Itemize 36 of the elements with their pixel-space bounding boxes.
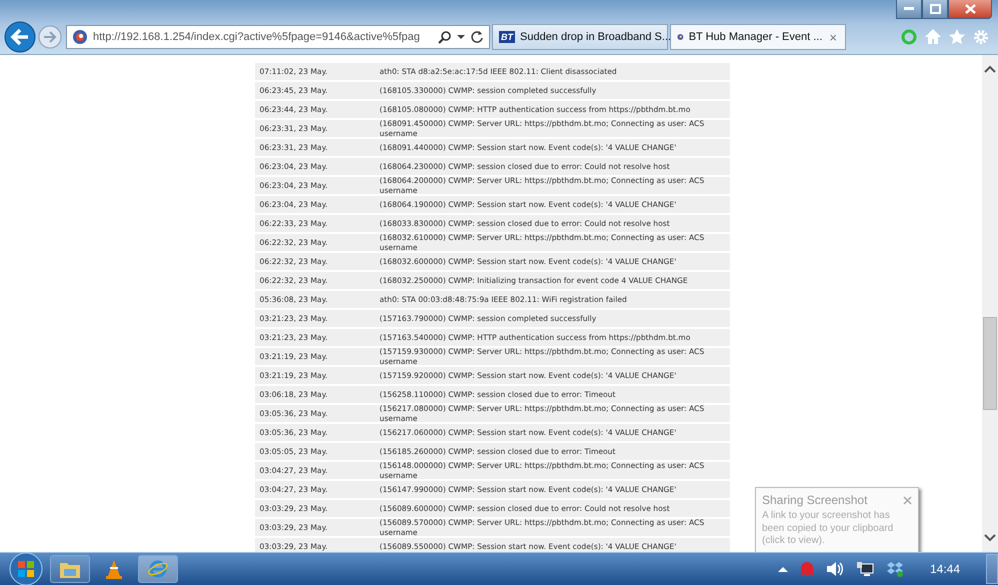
scroll-up-icon[interactable] [984,65,996,73]
refresh-icon[interactable] [470,30,484,44]
minimize-button[interactable] [896,0,922,19]
taskbar-button[interactable] [50,555,90,583]
back-button[interactable] [4,21,36,53]
browser-tab[interactable]: BT Sudden drop in Broadband S... [492,24,668,50]
forward-button[interactable] [38,25,62,49]
minimize-icon [904,7,914,11]
notification-text: A link to your screenshot has been copied to your clipboard (click to view). [762,510,894,548]
logo: BT [499,31,515,43]
browser-icon [147,558,169,580]
scrollbar[interactable] [982,55,998,552]
browser-tab[interactable]: BT Hub Manager - Event ... × [670,24,846,50]
tab-close-button[interactable]: × [827,30,839,44]
globe-icon [72,29,88,45]
network-icon[interactable] [856,561,874,577]
dropbox-icon[interactable] [886,561,904,577]
maximize-icon [930,4,940,14]
close-button[interactable] [948,0,992,19]
close-icon[interactable] [903,496,912,504]
close-icon [964,4,976,14]
notification-title: Sharing Screenshot [762,493,868,507]
clock[interactable]: 14:44 [930,562,960,576]
url-text: http://192.168.1.254/index.cgi?active%5fpage=9146&active%5fpag [93,31,421,43]
maximize-button[interactable] [922,0,948,19]
scroll-thumb[interactable] [983,317,997,410]
taskbar-button[interactable] [138,555,178,583]
show-hidden-icons[interactable] [778,566,788,572]
dropdown-icon[interactable] [457,34,465,40]
scroll-down-icon[interactable] [984,534,996,542]
show-desktop-button[interactable] [986,554,998,584]
search-icon[interactable] [438,30,452,44]
traffic-cone-icon [105,559,123,579]
speaker-icon[interactable] [826,561,844,577]
address-bar[interactable]: http://192.168.1.254/index.cgi?active%5fpage=9146&active%5fpag [66,25,490,49]
tab-title: BT Hub Manager - Event ... [688,31,822,43]
